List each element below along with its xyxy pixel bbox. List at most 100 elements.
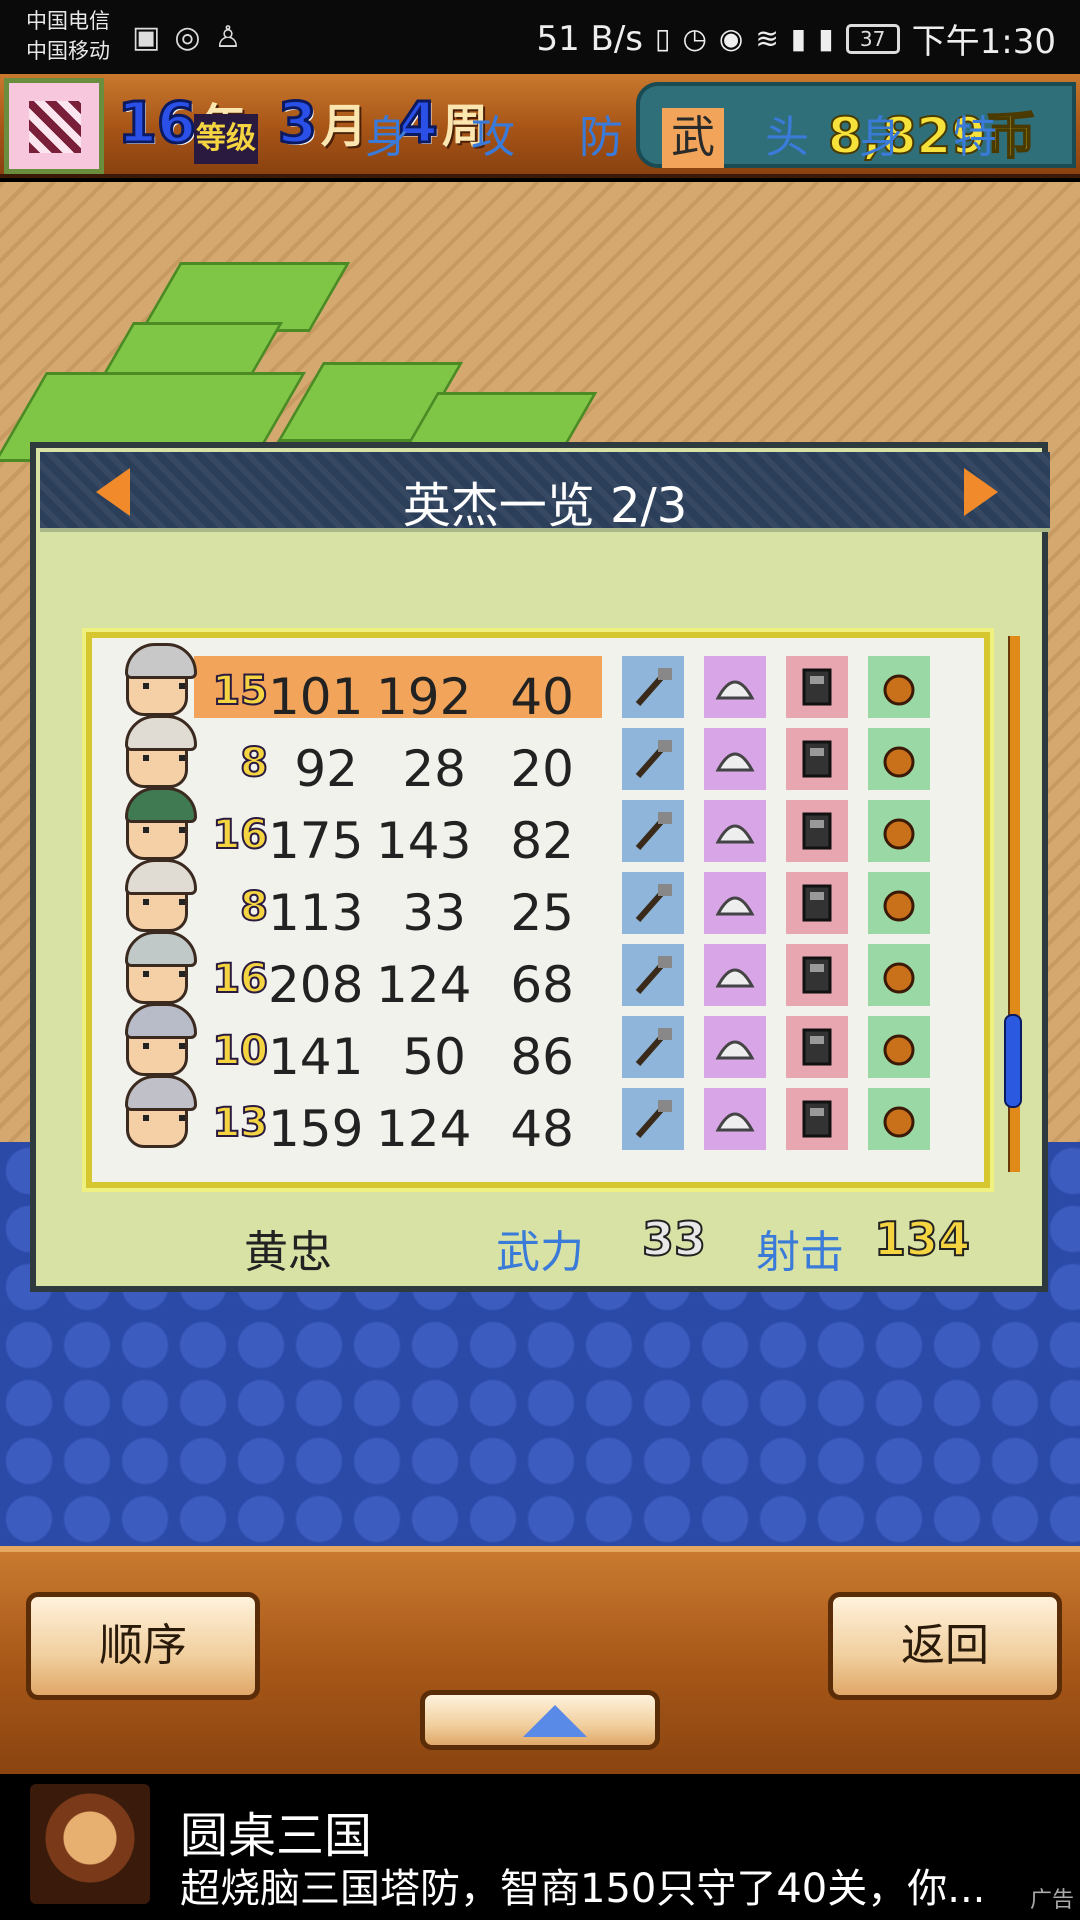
column-header-3[interactable]: 武 — [662, 108, 724, 168]
scroll-up-button[interactable] — [420, 1690, 660, 1750]
eye-icon: ◉ — [718, 22, 744, 55]
hero-level: 13 — [211, 1099, 269, 1147]
armor-slot[interactable] — [786, 944, 848, 1006]
helmet-slot[interactable] — [704, 1016, 766, 1078]
hero-portrait-icon[interactable] — [125, 1003, 197, 1076]
signal-icon-2: ▮ — [818, 22, 834, 55]
armor-slot[interactable] — [786, 1088, 848, 1150]
column-header-6[interactable]: 特 — [944, 108, 1006, 168]
weapon-slot[interactable] — [622, 872, 684, 934]
next-page-arrow-icon[interactable] — [964, 468, 998, 516]
hero-row[interactable]: 10 141 50 86 — [92, 1003, 996, 1086]
panel-title: 英杰一览 2/3 — [402, 478, 688, 534]
stat-value-force: 33 — [641, 1211, 707, 1267]
notification-icons: ▣ ◎ ♙ — [132, 20, 241, 55]
hero-level: 8 — [239, 883, 269, 931]
hero-level: 15 — [211, 667, 269, 715]
player-portrait-icon[interactable] — [4, 78, 104, 174]
weapon-icon — [635, 740, 672, 778]
armor-icon — [802, 668, 832, 706]
helmet-slot[interactable] — [704, 944, 766, 1006]
weapon-icon — [635, 956, 672, 994]
armor-icon — [802, 812, 832, 850]
hero-portrait-icon[interactable] — [125, 859, 197, 932]
helmet-icon — [715, 752, 755, 772]
hero-row[interactable]: 15 101 192 40 — [92, 643, 996, 726]
special-slot[interactable] — [868, 1088, 930, 1150]
weapon-slot[interactable] — [622, 944, 684, 1006]
hero-row[interactable]: 8 92 28 20 — [92, 715, 996, 798]
weapon-slot[interactable] — [622, 728, 684, 790]
carrier-info: 中国电信 中国移动 — [26, 6, 110, 66]
hero-portrait-icon[interactable] — [125, 643, 197, 716]
helmet-icon — [715, 824, 755, 844]
ad-character-image[interactable] — [30, 1784, 150, 1904]
hero-row[interactable]: 16 208 124 68 — [92, 931, 996, 1014]
helmet-icon — [715, 680, 755, 700]
weapon-icon — [635, 812, 672, 850]
weapon-slot[interactable] — [622, 1016, 684, 1078]
weapon-slot[interactable] — [622, 656, 684, 718]
weapon-icon — [635, 1100, 672, 1138]
hero-portrait-icon[interactable] — [125, 931, 197, 1004]
armor-slot[interactable] — [786, 728, 848, 790]
scrollbar-thumb[interactable] — [1004, 1014, 1022, 1108]
ad-banner[interactable]: 圆桌三国 超烧脑三国塔防，智商150只守了40关，你... 广告 — [0, 1774, 1080, 1920]
hero-row[interactable]: 13 159 124 48 — [92, 1075, 996, 1158]
hero-level: 8 — [239, 739, 269, 787]
special-item-icon — [883, 674, 915, 706]
panel-header: 英杰一览 2/3 — [40, 452, 1050, 534]
hero-row[interactable]: 8 113 33 25 — [92, 859, 996, 942]
hero-level: 10 — [211, 1027, 269, 1075]
armor-slot[interactable] — [786, 872, 848, 934]
stat-label-shooting: 射击 — [756, 1227, 844, 1278]
helmet-slot[interactable] — [704, 872, 766, 934]
hero-portrait-icon[interactable] — [125, 787, 197, 860]
armor-icon — [802, 1100, 832, 1138]
hero-stat-attack: 124 — [376, 1100, 472, 1158]
column-header-2[interactable]: 防 — [570, 108, 632, 168]
special-item-icon — [883, 818, 915, 850]
order-button[interactable]: 顺序 — [26, 1592, 260, 1700]
special-slot[interactable] — [868, 728, 930, 790]
helmet-slot[interactable] — [704, 656, 766, 718]
app-notification-icon: ▣ — [132, 20, 161, 55]
special-slot[interactable] — [868, 800, 930, 862]
carrier-1: 中国电信 — [26, 9, 110, 33]
weapon-icon — [635, 668, 672, 706]
weapon-slot[interactable] — [622, 1088, 684, 1150]
armor-slot[interactable] — [786, 1016, 848, 1078]
column-header-0[interactable]: 身 — [356, 108, 418, 168]
hero-row[interactable]: 16 175 143 82 — [92, 787, 996, 870]
column-header-5[interactable]: 身 — [850, 108, 912, 168]
hero-portrait-icon[interactable] — [125, 715, 197, 788]
hero-stat-defense: 48 — [510, 1100, 574, 1158]
ad-description[interactable]: 超烧脑三国塔防，智商150只守了40关，你... — [180, 1856, 985, 1914]
hero-portrait-icon[interactable] — [125, 1075, 197, 1148]
armor-icon — [802, 740, 832, 778]
special-slot[interactable] — [868, 1016, 930, 1078]
armor-icon — [802, 884, 832, 922]
alarm-icon: ◷ — [682, 22, 707, 55]
selected-hero-name: 黄忠 — [244, 1227, 332, 1278]
level-column-header[interactable]: 等级 — [194, 114, 258, 164]
swirl-icon: ◎ — [174, 20, 201, 55]
special-slot[interactable] — [868, 872, 930, 934]
special-item-icon — [883, 746, 915, 778]
status-bar: 中国电信 中国移动 ▣ ◎ ♙ 51 B/s ▯ ◷ ◉ ≋ ▮ ▮ 37 下午… — [0, 0, 1080, 74]
stat-label-force: 武力 — [496, 1227, 584, 1278]
battery-icon: 37 — [845, 23, 900, 54]
back-button[interactable]: 返回 — [828, 1592, 1062, 1700]
helmet-slot[interactable] — [704, 800, 766, 862]
hero-stat-body: 159 — [268, 1100, 364, 1158]
special-slot[interactable] — [868, 656, 930, 718]
helmet-slot[interactable] — [704, 728, 766, 790]
weapon-slot[interactable] — [622, 800, 684, 862]
armor-slot[interactable] — [786, 656, 848, 718]
helmet-slot[interactable] — [704, 1088, 766, 1150]
column-header-1[interactable]: 攻 — [462, 108, 524, 168]
column-header-4[interactable]: 头 — [756, 108, 818, 168]
special-slot[interactable] — [868, 944, 930, 1006]
helmet-icon — [715, 1112, 755, 1132]
armor-slot[interactable] — [786, 800, 848, 862]
